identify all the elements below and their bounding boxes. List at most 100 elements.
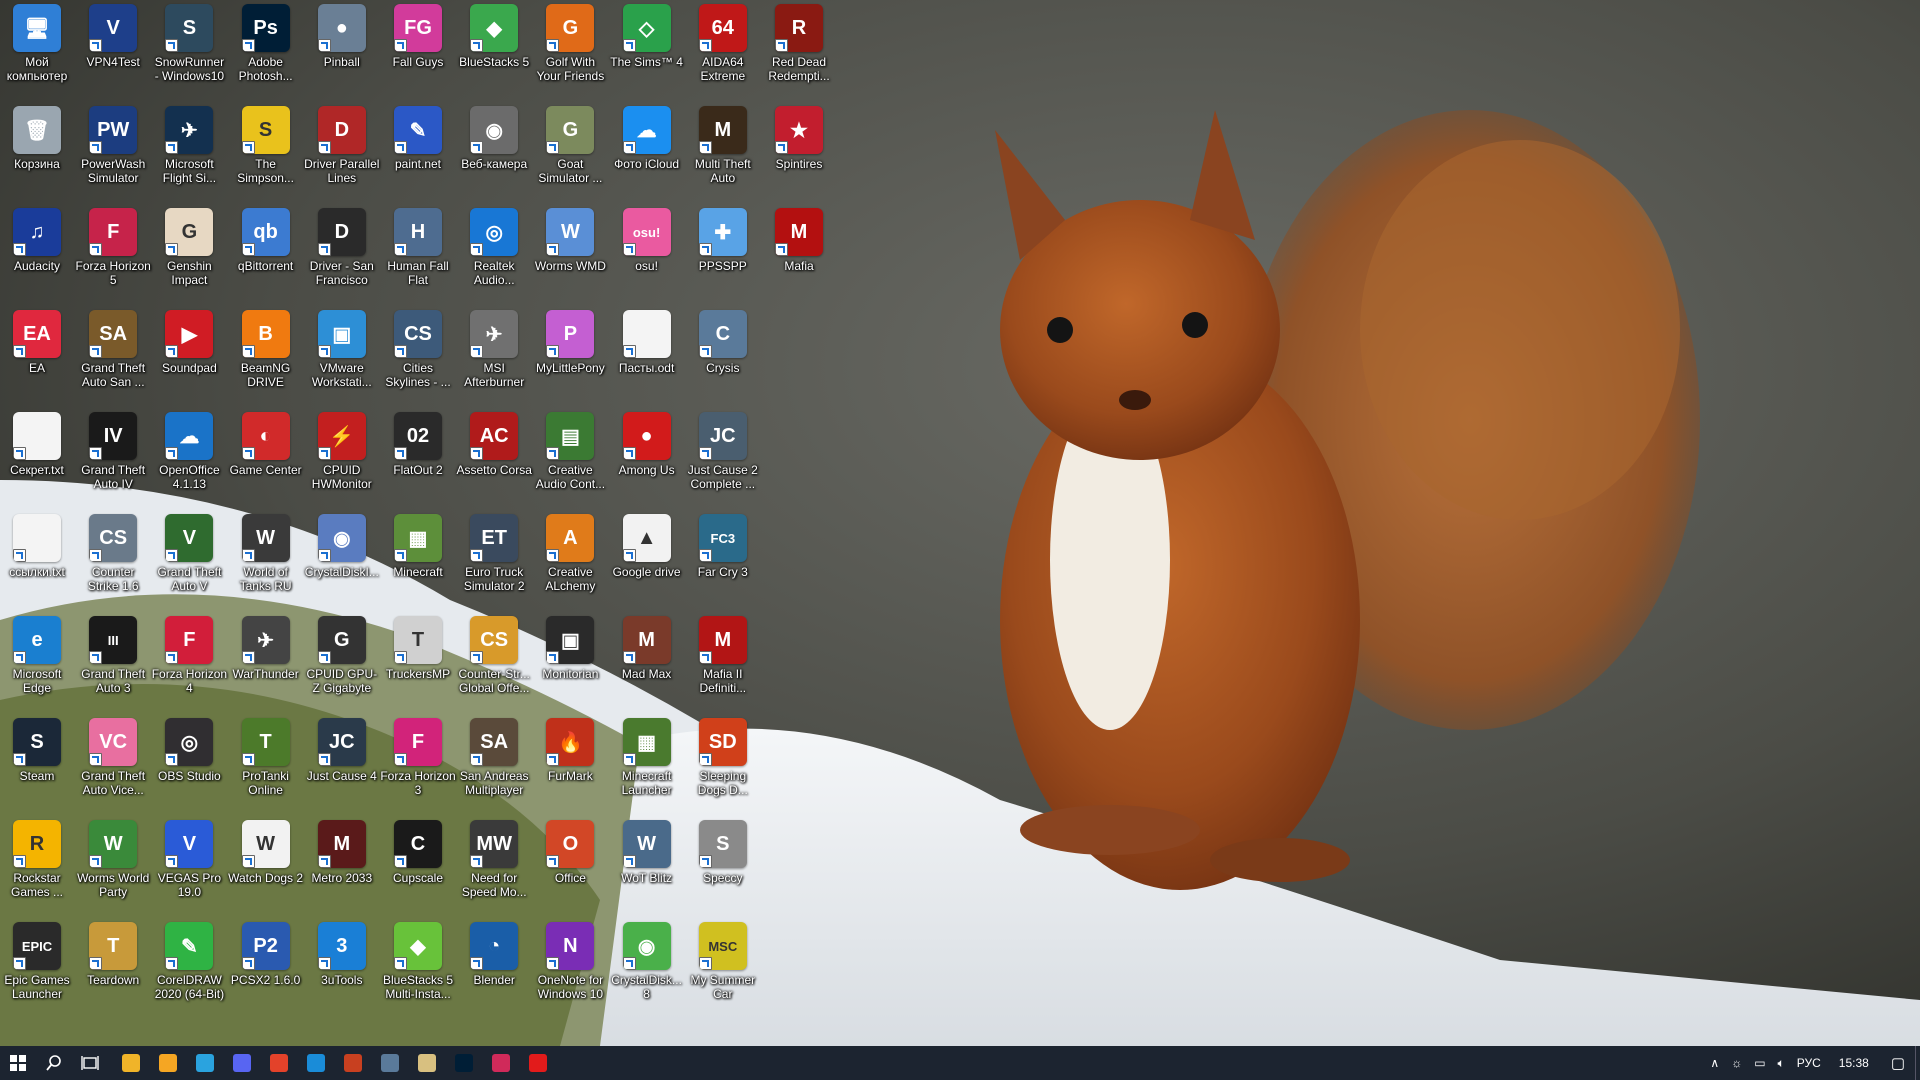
desktop-icon[interactable]: ● Among Us	[609, 408, 685, 510]
desktop-icon[interactable]: S SnowRunner - Windows10	[151, 0, 227, 102]
desktop-icon[interactable]: P2 PCSX2 1.6.0	[228, 918, 304, 1020]
taskbar-app-chrome[interactable]	[260, 1046, 297, 1080]
desktop-icon[interactable]: V Grand Theft Auto V	[151, 510, 227, 612]
desktop-icon[interactable]: CS Counter-Str... Global Offe...	[456, 612, 532, 714]
taskbar-app-app-red[interactable]	[482, 1046, 519, 1080]
desktop-icon[interactable]: MW Need for Speed Mo...	[456, 816, 532, 918]
desktop-icon[interactable]: osu! osu!	[609, 204, 685, 306]
desktop-icon[interactable]: F Forza Horizon 5	[75, 204, 151, 306]
desktop-icon[interactable]: M Multi Theft Auto	[685, 102, 761, 204]
taskbar-app-yandex-browser[interactable]	[149, 1046, 186, 1080]
desktop-icon[interactable]: CS Cities Skylines - ...	[380, 306, 456, 408]
search-button[interactable]	[36, 1046, 72, 1080]
desktop-icon[interactable]: G Golf With Your Friends	[532, 0, 608, 102]
desktop-icon[interactable]: ▦ Minecraft Launcher	[609, 714, 685, 816]
desktop-icon[interactable]: H Human Fall Flat	[380, 204, 456, 306]
desktop-icon[interactable]: V VEGAS Pro 19.0	[151, 816, 227, 918]
desktop-icon[interactable]: G Goat Simulator ...	[532, 102, 608, 204]
desktop-icon[interactable]: AC Assetto Corsa	[456, 408, 532, 510]
desktop-icon[interactable]: G CPUID GPU-Z Gigabyte	[304, 612, 380, 714]
desktop-icon[interactable]: JC Just Cause 2 Complete ...	[685, 408, 761, 510]
desktop-icon[interactable]: EPIC Epic Games Launcher	[0, 918, 75, 1020]
desktop-icon[interactable]: ▣ VMware Workstati...	[304, 306, 380, 408]
taskbar-app-paint[interactable]	[408, 1046, 445, 1080]
desktop-icon[interactable]: Пасты.odt	[609, 306, 685, 408]
desktop-icon[interactable]: FG Fall Guys	[380, 0, 456, 102]
volume-icon[interactable]: 🔈︎	[1772, 1056, 1791, 1071]
desktop-icon[interactable]: S The Simpson...	[228, 102, 304, 204]
desktop-icon[interactable]: D Driver Parallel Lines	[304, 102, 380, 204]
desktop-icon[interactable]: F Forza Horizon 3	[380, 714, 456, 816]
desktop-icon[interactable]: FC3 Far Cry 3	[685, 510, 761, 612]
desktop-icon[interactable]: ✈ Microsoft Flight Si...	[151, 102, 227, 204]
desktop-icon[interactable]: ◆ BlueStacks 5	[456, 0, 532, 102]
desktop-icon[interactable]: W Worms World Party	[75, 816, 151, 918]
desktop-icon[interactable]: M Metro 2033	[304, 816, 380, 918]
desktop-icon[interactable]: SA Grand Theft Auto San ...	[75, 306, 151, 408]
taskbar-app-photoshop[interactable]	[445, 1046, 482, 1080]
desktop-icon[interactable]: ◎ OBS Studio	[151, 714, 227, 816]
desktop-icon[interactable]: C Crysis	[685, 306, 761, 408]
desktop-icon[interactable]: T Teardown	[75, 918, 151, 1020]
desktop-icon[interactable]: ◇ The Sims™ 4	[609, 0, 685, 102]
desktop-icon[interactable]: ✎ CorelDRAW 2020 (64-Bit)	[151, 918, 227, 1020]
desktop-icon[interactable]: ◐ Game Center	[228, 408, 304, 510]
desktop-icon[interactable]: V VPN4Test	[75, 0, 151, 102]
desktop-icon[interactable]: MSC My Summer Car	[685, 918, 761, 1020]
desktop-icon[interactable]: Секрет.txt	[0, 408, 75, 510]
desktop-icon[interactable]: ▦ Minecraft	[380, 510, 456, 612]
desktop-icon[interactable]: VC Grand Theft Auto Vice...	[75, 714, 151, 816]
desktop-icon[interactable]: G Genshin Impact	[151, 204, 227, 306]
desktop-icon[interactable]: ☁ OpenOffice 4.1.13	[151, 408, 227, 510]
task-view-button[interactable]	[72, 1046, 108, 1080]
desktop-icon[interactable]: ET Euro Truck Simulator 2	[456, 510, 532, 612]
taskbar-app-discord[interactable]	[223, 1046, 260, 1080]
desktop-icon[interactable]: D Driver - San Francisco	[304, 204, 380, 306]
desktop-icon[interactable]: ▤ Creative Audio Cont...	[532, 408, 608, 510]
desktop-icon[interactable]: W Watch Dogs 2	[228, 816, 304, 918]
desktop-icon[interactable]: Ps Adobe Photosh...	[228, 0, 304, 102]
desktop-icon[interactable]: C Cupscale	[380, 816, 456, 918]
desktop-icon[interactable]: ◎ Realtek Audio...	[456, 204, 532, 306]
desktop-icon[interactable]: III Grand Theft Auto 3	[75, 612, 151, 714]
desktop-icon[interactable]: ♫ Audacity	[0, 204, 75, 306]
taskbar-app-edge[interactable]	[297, 1046, 334, 1080]
desktop-icon[interactable]: ✈ MSI Afterburner	[456, 306, 532, 408]
desktop-icon[interactable]: qb qBittorrent	[228, 204, 304, 306]
desktop-icon[interactable]: 3 3uTools	[304, 918, 380, 1020]
desktop-icon[interactable]: N OneNote for Windows 10	[532, 918, 608, 1020]
notifications-icon[interactable]: ▢	[1881, 1054, 1915, 1072]
taskbar-app-telegram[interactable]	[186, 1046, 223, 1080]
desktop-icon[interactable]: ◆ BlueStacks 5 Multi-Insta...	[380, 918, 456, 1020]
desktop-icon[interactable]: JC Just Cause 4	[304, 714, 380, 816]
desktop-icon[interactable]: R Rockstar Games ...	[0, 816, 75, 918]
desktop-icon[interactable]: B BeamNG DRIVE	[228, 306, 304, 408]
desktop-icon[interactable]: M Mad Max	[609, 612, 685, 714]
network-icon[interactable]: ▭	[1748, 1056, 1771, 1070]
desktop-icon[interactable]: PW PowerWash Simulator	[75, 102, 151, 204]
taskbar-app-youtube[interactable]	[519, 1046, 556, 1080]
desktop-icon[interactable]: ссылки.txt	[0, 510, 75, 612]
desktop-icon[interactable]: ◉ CrystalDisk... 8	[609, 918, 685, 1020]
taskbar-app-torch[interactable]	[334, 1046, 371, 1080]
desktop-icon[interactable]: T TruckersMP	[380, 612, 456, 714]
clock[interactable]: 15:38	[1827, 1056, 1881, 1070]
desktop-icon[interactable]: M Mafia II Definiti...	[685, 612, 761, 714]
show-hidden-icons-icon[interactable]: ∧	[1704, 1056, 1725, 1070]
desktop-icon[interactable]: W WoT Blitz	[609, 816, 685, 918]
desktop-icon[interactable]: ▶ Soundpad	[151, 306, 227, 408]
desktop-icon[interactable]: ◔ Blender	[456, 918, 532, 1020]
taskbar-app-file-explorer[interactable]	[112, 1046, 149, 1080]
desktop-icon[interactable]: e Microsoft Edge	[0, 612, 75, 714]
desktop-icon[interactable]: T ProTanki Online	[228, 714, 304, 816]
desktop-icon[interactable]: P MyLittlePony	[532, 306, 608, 408]
desktop-icon[interactable]: W Worms WMD	[532, 204, 608, 306]
desktop-icon[interactable]: W World of Tanks RU	[228, 510, 304, 612]
desktop-icon[interactable]: R Red Dead Redempti...	[761, 0, 837, 102]
desktop-icon[interactable]: SA San Andreas Multiplayer	[456, 714, 532, 816]
desktop-icon[interactable]: M Mafia	[761, 204, 837, 306]
desktop-icon[interactable]: F Forza Horizon 4	[151, 612, 227, 714]
language-indicator[interactable]: РУС	[1791, 1056, 1827, 1070]
desktop-icon[interactable]: ⚡ CPUID HWMonitor	[304, 408, 380, 510]
desktop-icon[interactable]: ✚ PPSSPP	[685, 204, 761, 306]
